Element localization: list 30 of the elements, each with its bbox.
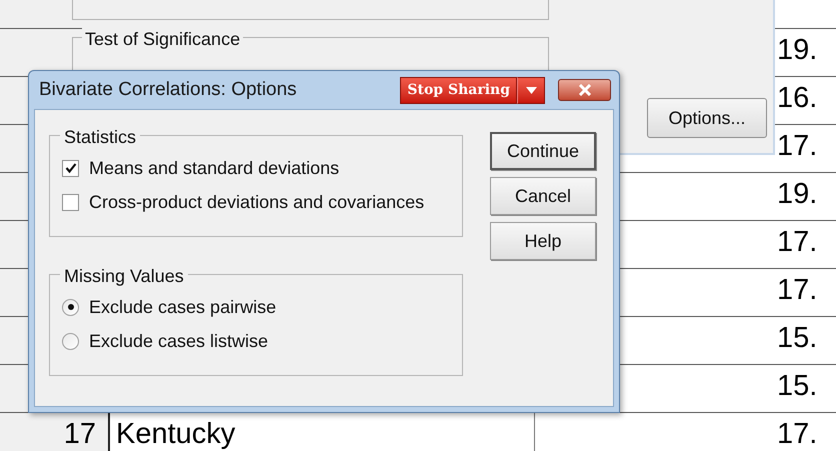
radio-button[interactable] xyxy=(62,332,79,350)
table-cell: 17. xyxy=(777,131,818,162)
dialog-button[interactable]: Continue xyxy=(490,132,596,170)
dialog-button[interactable]: Help xyxy=(490,222,596,260)
check-icon xyxy=(64,162,76,174)
checkbox-label: Cross-product deviations and covariances xyxy=(89,190,424,214)
close-button[interactable] xyxy=(558,79,611,101)
caret-icon xyxy=(526,86,536,94)
table-cell: 17. xyxy=(777,275,818,306)
row-number: 17 xyxy=(64,419,96,450)
table-cell: 17. xyxy=(777,227,818,258)
checkbox[interactable] xyxy=(62,160,79,176)
radio-label: Exclude cases listwise xyxy=(89,330,268,352)
table-cell: 19. xyxy=(777,35,818,66)
table-cell: 16. xyxy=(777,83,818,114)
table-cell: 19. xyxy=(777,179,818,210)
options-button[interactable]: Options... xyxy=(647,98,767,138)
window-title: Bivariate Correlations: Options xyxy=(39,78,297,102)
checkbox[interactable] xyxy=(62,194,79,210)
radio-button[interactable] xyxy=(62,298,79,316)
table-cell: 15. xyxy=(777,371,818,402)
dialog-button[interactable]: Cancel xyxy=(490,177,596,215)
table-cell: 17. xyxy=(777,419,818,450)
table-cell: 15. xyxy=(777,323,818,354)
checkbox-label: Means and standard deviations xyxy=(89,156,340,180)
close-icon xyxy=(578,84,592,96)
dropdown-button[interactable] xyxy=(517,76,545,104)
table-cell: Kentucky xyxy=(116,419,236,450)
stop-sharing-button[interactable]: Stop Sharing xyxy=(400,76,517,104)
radio-label: Exclude cases pairwise xyxy=(89,296,276,319)
